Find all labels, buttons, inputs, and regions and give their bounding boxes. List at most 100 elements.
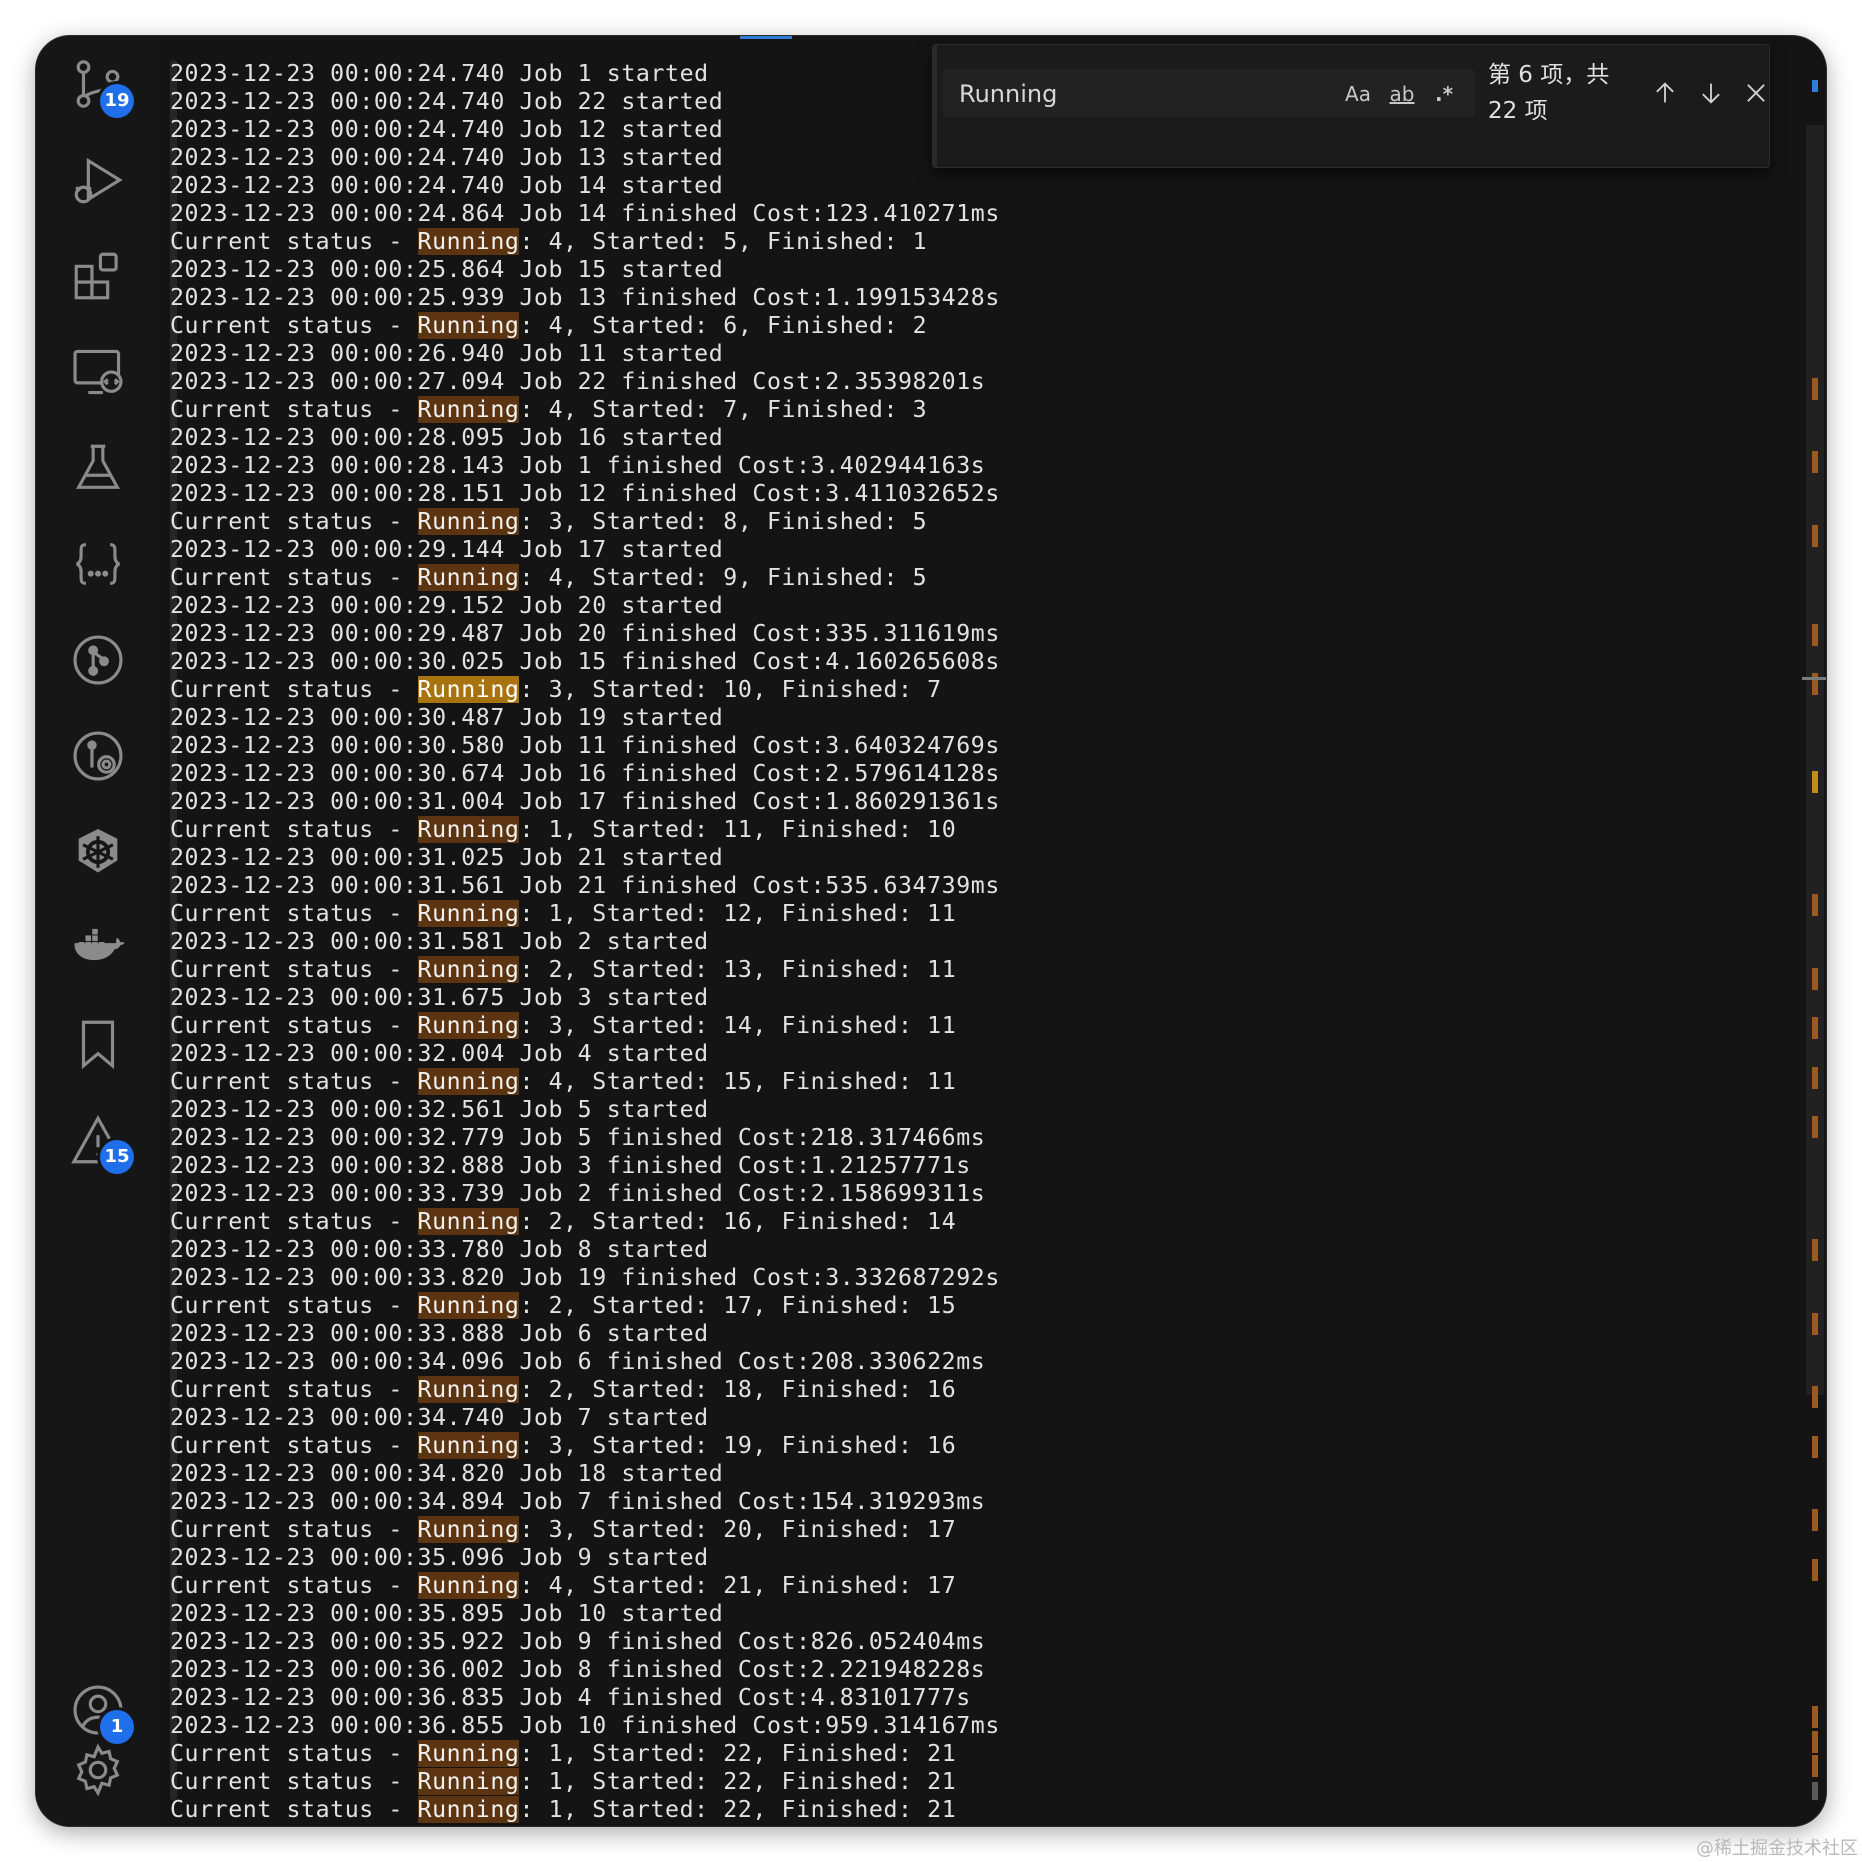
problems-button[interactable]: 15 <box>58 1100 138 1180</box>
editor-content[interactable]: 2023-12-23 00:00:24.740 Job 1 started 202… <box>170 60 1782 1826</box>
log-text: 2023-12-23 00:00:28.143 Job 1 finished C… <box>170 452 986 479</box>
log-line: 2023-12-23 00:00:24.864 Job 14 finished … <box>170 200 1000 228</box>
bookmarks-button[interactable] <box>58 1004 138 1084</box>
arrow-up-icon <box>1656 82 1674 103</box>
testing-button[interactable] <box>58 428 138 508</box>
log-line: Current status - Running: 4, Started: 9,… <box>170 564 1000 592</box>
search-match: Running <box>417 816 520 843</box>
close-icon <box>1747 84 1765 102</box>
log-line: 2023-12-23 00:00:25.864 Job 15 started <box>170 256 1000 284</box>
gitlens-inspect-button[interactable] <box>58 716 138 796</box>
log-line: Current status - Running: 2, Started: 18… <box>170 1376 1000 1404</box>
log-line: Current status - Running: 2, Started: 17… <box>170 1292 1000 1320</box>
log-text: : 3, Started: 20, Finished: 17 <box>519 1516 957 1543</box>
log-line: Current status - Running: 1, Started: 12… <box>170 900 1000 928</box>
ruler-match-mark <box>1812 1313 1818 1335</box>
scrollbar-thumb[interactable] <box>1806 125 1824 1395</box>
search-match: Running <box>417 1376 520 1403</box>
log-text: Current status - <box>170 1068 418 1095</box>
log-text: : 2, Started: 16, Finished: 14 <box>519 1208 957 1235</box>
log-text: : 4, Started: 6, Finished: 2 <box>519 312 928 339</box>
ruler-match-mark <box>1812 1755 1818 1777</box>
current-search-match: Running <box>417 676 520 703</box>
ruler-match-mark <box>1812 525 1818 547</box>
ruler-match-mark <box>1812 624 1818 646</box>
log-text: Current status - <box>170 1208 418 1235</box>
arrow-down-icon <box>1702 83 1720 104</box>
log-line: 2023-12-23 00:00:24.740 Job 14 started <box>170 172 1000 200</box>
log-line: Current status - Running: 1, Started: 11… <box>170 816 1000 844</box>
git-graph-icon <box>73 635 123 685</box>
log-text: Current status - <box>170 564 418 591</box>
log-line: 2023-12-23 00:00:35.096 Job 9 started <box>170 1544 1000 1572</box>
kubernetes-icon <box>78 829 118 873</box>
search-match: Running <box>417 1432 520 1459</box>
log-line: 2023-12-23 00:00:36.855 Job 10 finished … <box>170 1712 1000 1740</box>
previous-match-button[interactable] <box>1645 73 1685 113</box>
log-text: Current status - <box>170 1740 418 1767</box>
log-line: 2023-12-23 00:00:29.152 Job 20 started <box>170 592 1000 620</box>
find-resize-handle[interactable] <box>933 45 937 167</box>
log-text: 2023-12-23 00:00:30.487 Job 19 started <box>170 704 724 731</box>
search-match: Running <box>417 396 520 423</box>
log-text: : 2, Started: 18, Finished: 16 <box>519 1376 957 1403</box>
log-text: 2023-12-23 00:00:35.096 Job 9 started <box>170 1544 709 1571</box>
run-debug-button[interactable] <box>58 140 138 220</box>
log-line: 2023-12-23 00:00:33.739 Job 2 finished C… <box>170 1180 1000 1208</box>
find-widget: Aa ab .* 第 6 项，共 22 项 <box>932 44 1770 168</box>
log-text: 2023-12-23 00:00:34.096 Job 6 finished C… <box>170 1348 986 1375</box>
log-line: 2023-12-23 00:00:26.940 Job 11 started <box>170 340 1000 368</box>
log-line: 2023-12-23 00:00:24.740 Job 22 started <box>170 88 1000 116</box>
log-text: 2023-12-23 00:00:24.740 Job 14 started <box>170 172 724 199</box>
log-text: : 4, Started: 15, Finished: 11 <box>519 1068 957 1095</box>
log-text: : 1, Started: 12, Finished: 11 <box>519 900 957 927</box>
log-text: : 1, Started: 22, Finished: 21 <box>519 1796 957 1823</box>
json-outline-button[interactable] <box>58 524 138 604</box>
log-line: 2023-12-23 00:00:28.151 Job 12 finished … <box>170 480 1000 508</box>
log-text: 2023-12-23 00:00:32.004 Job 4 started <box>170 1040 709 1067</box>
source-control-button[interactable]: 19 <box>58 44 138 124</box>
extensions-button[interactable] <box>58 236 138 316</box>
log-line: 2023-12-23 00:00:33.888 Job 6 started <box>170 1320 1000 1348</box>
ruler-match-mark <box>1812 771 1818 793</box>
log-line: 2023-12-23 00:00:32.561 Job 5 started <box>170 1096 1000 1124</box>
close-find-button[interactable] <box>1736 73 1776 113</box>
log-text: 2023-12-23 00:00:25.939 Job 13 finished … <box>170 284 1000 311</box>
log-line: 2023-12-23 00:00:31.675 Job 3 started <box>170 984 1000 1012</box>
log-text: Current status - <box>170 956 418 983</box>
find-input[interactable] <box>957 75 1321 113</box>
match-count: 第 6 项，共 22 项 <box>1488 62 1610 124</box>
remote-explorer-button[interactable] <box>58 332 138 412</box>
log-text: 2023-12-23 00:00:30.580 Job 11 finished … <box>170 732 1000 759</box>
log-line: Current status - Running: 1, Started: 22… <box>170 1768 1000 1796</box>
whole-word-toggle[interactable]: ab <box>1381 77 1423 111</box>
docker-button[interactable] <box>58 908 138 988</box>
match-case-toggle[interactable]: Aa <box>1337 77 1379 111</box>
ruler-end-marker <box>1812 1782 1818 1800</box>
log-line: 2023-12-23 00:00:32.888 Job 3 finished C… <box>170 1152 1000 1180</box>
search-match: Running <box>417 1768 520 1795</box>
log-line: 2023-12-23 00:00:31.004 Job 17 finished … <box>170 788 1000 816</box>
log-text: 2023-12-23 00:00:24.864 Job 14 finished … <box>170 200 1000 227</box>
log-text: 2023-12-23 00:00:34.740 Job 7 started <box>170 1404 709 1431</box>
manage-settings-button[interactable] <box>58 1730 138 1810</box>
vertical-scrollbar[interactable] <box>1802 60 1826 1800</box>
log-line: 2023-12-23 00:00:31.561 Job 21 finished … <box>170 872 1000 900</box>
ruler-match-mark <box>1812 894 1818 916</box>
log-line: 2023-12-23 00:00:24.740 Job 1 started <box>170 60 1000 88</box>
log-text: 2023-12-23 00:00:31.004 Job 17 finished … <box>170 788 1000 815</box>
git-graph-button[interactable] <box>58 620 138 700</box>
log-text: : 3, Started: 8, Finished: 5 <box>519 508 928 535</box>
next-match-button[interactable] <box>1691 73 1731 113</box>
find-input-container: Aa ab .* <box>943 69 1475 117</box>
ruler-current-position <box>1802 677 1826 680</box>
kubernetes-button[interactable] <box>58 812 138 892</box>
log-text: 2023-12-23 00:00:31.561 Job 21 finished … <box>170 872 1000 899</box>
regex-toggle[interactable]: .* <box>1423 77 1465 111</box>
source-control-badge: 19 <box>100 84 134 118</box>
ruler-match-mark <box>1812 1116 1818 1138</box>
log-line: Current status - Running: 3, Started: 19… <box>170 1432 1000 1460</box>
log-text: : 4, Started: 5, Finished: 1 <box>519 228 928 255</box>
log-text: 2023-12-23 00:00:24.740 Job 22 started <box>170 88 724 115</box>
log-line: 2023-12-23 00:00:31.025 Job 21 started <box>170 844 1000 872</box>
